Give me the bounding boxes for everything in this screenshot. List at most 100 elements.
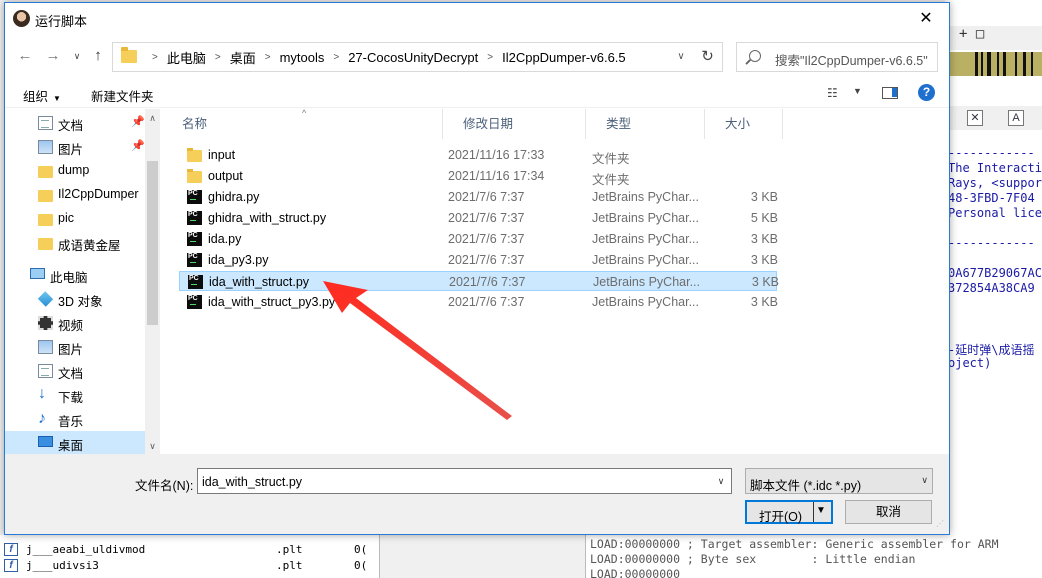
background-code-line: ------------	[948, 146, 1035, 160]
breadcrumb-desktop[interactable]: 桌面	[230, 48, 256, 67]
filetype-select[interactable]: 脚本文件 (*.idc *.py) ∨	[745, 468, 933, 494]
triangle-down-icon[interactable]: ▼	[853, 86, 862, 96]
up-arrow-icon[interactable]: ↑	[88, 46, 108, 66]
sidebar-item-desktop[interactable]: 桌面	[5, 431, 145, 454]
background-tools: ✕ A	[945, 106, 1042, 130]
file-size: 3 KB	[750, 232, 778, 246]
sidebar-item-downloads[interactable]: ↓ 下载	[5, 383, 145, 407]
background-functions-list: f j___aeabi_uldivmod .plt 0( f j___udivs…	[0, 535, 380, 578]
search-input[interactable]: 搜索"Il2CppDumper-v6.6.5"	[736, 42, 938, 72]
open-button[interactable]: 打开(O) ▼	[745, 500, 833, 524]
sidebar-item-label: 此电脑	[50, 271, 88, 285]
file-row-output[interactable]: output 2021/11/16 17:34 文件夹	[179, 166, 777, 187]
dialog-title: 运行脚本	[35, 14, 88, 29]
file-row-ida[interactable]: PC ida.py 2021/7/6 7:37 JetBrains PyChar…	[179, 229, 778, 249]
address-bar[interactable]: > 此电脑 > 桌面 > mytools > 27-CocosUnityDecr…	[112, 42, 699, 72]
sidebar-item-documents[interactable]: 文档 📌	[5, 111, 145, 135]
cancel-button[interactable]: 取消	[845, 500, 932, 524]
function-name[interactable]: j___aeabi_uldivmod	[26, 543, 145, 557]
function-icon: f	[4, 559, 18, 572]
chevron-down-icon[interactable]: ∨	[669, 43, 693, 71]
close-button[interactable]: ✕	[903, 3, 949, 34]
file-row-ghidra-with-struct[interactable]: PC ghidra_with_struct.py 2021/7/6 7:37 J…	[179, 208, 778, 228]
background-output-log: LOAD:00000000 ; Target assembler: Generi…	[585, 535, 1042, 578]
file-name: ida_with_struct.py	[209, 275, 310, 289]
chevron-right-icon[interactable]: >	[265, 52, 271, 63]
file-name: ghidra.py	[208, 190, 260, 204]
new-folder-button[interactable]: 新建文件夹	[91, 86, 154, 105]
sidebar-item-pictures[interactable]: 图片 📌	[5, 135, 145, 159]
folder-icon	[38, 190, 53, 202]
file-row-ida-with-struct[interactable]: PC ida_with_struct.py 2021/7/6 7:37 JetB…	[179, 271, 779, 291]
file-row-input[interactable]: input 2021/11/16 17:33 文件夹	[179, 145, 777, 166]
sidebar-item-pic[interactable]: pic	[5, 207, 145, 231]
background-navigation-band	[945, 52, 1042, 76]
back-arrow-icon[interactable]: ←	[15, 46, 35, 66]
log-line: LOAD:00000000	[590, 567, 681, 578]
function-col: 0(	[354, 559, 368, 572]
breadcrumb-cocos-unity-decrypt[interactable]: 27-CocosUnityDecrypt	[348, 50, 478, 65]
background-text-icon[interactable]: A	[1008, 110, 1024, 126]
file-date: 2021/7/6 7:37	[448, 190, 525, 204]
file-row-ida-with-struct-py3[interactable]: PC ida_with_struct_py3.py 2021/7/6 7:37 …	[179, 292, 778, 312]
pin-icon[interactable]: 📌	[131, 139, 145, 152]
chevron-right-icon[interactable]: >	[152, 52, 158, 63]
run-script-dialog: 运行脚本 ✕ ← → ∨ ↑ > 此电脑 > 桌面 > mytools > 27…	[4, 2, 950, 535]
scrollbar-thumb[interactable]	[147, 161, 158, 325]
scroll-down-icon[interactable]: ∨	[147, 441, 158, 452]
recent-locations-chevron-icon[interactable]: ∨	[67, 46, 87, 66]
sidebar-item-dump[interactable]: dump	[5, 159, 145, 183]
chevron-right-icon[interactable]: >	[487, 52, 493, 63]
sidebar-item-3d-objects[interactable]: 3D 对象	[5, 287, 145, 311]
column-header-label: 名称	[182, 117, 208, 131]
column-header-label: 类型	[606, 117, 632, 131]
forward-arrow-icon[interactable]: →	[43, 46, 63, 66]
navigation-row: ← → ∨ ↑ > 此电脑 > 桌面 > mytools > 27-CocosU…	[5, 34, 949, 78]
folder-icon	[38, 166, 53, 178]
app-avatar-icon	[13, 10, 30, 27]
sidebar-item-il2cppdumper[interactable]: Il2CppDumper	[5, 183, 145, 207]
sidebar-item-this-pc[interactable]: 此电脑	[5, 263, 145, 287]
chevron-right-icon[interactable]: >	[215, 52, 221, 63]
nav-scrollbar[interactable]: ∧ ∨	[145, 109, 160, 454]
chevron-right-icon[interactable]: >	[333, 52, 339, 63]
scroll-up-icon[interactable]: ∧	[147, 113, 158, 124]
resize-grip-icon[interactable]: ⋰	[936, 520, 946, 531]
sidebar-item-idiom-gold-house[interactable]: 成语黄金屋	[5, 231, 145, 255]
organize-button[interactable]: 组织 ▼	[23, 86, 61, 105]
file-size: 3 KB	[751, 275, 779, 289]
function-name[interactable]: j___udivsi3	[26, 559, 99, 573]
refresh-icon[interactable]: ↻	[693, 42, 723, 72]
triangle-down-icon[interactable]: ▼	[816, 505, 826, 516]
pycharm-file-icon: PC	[187, 295, 202, 309]
dialog-titlebar[interactable]: 运行脚本 ✕	[5, 3, 949, 34]
pycharm-file-icon: PC	[187, 253, 202, 267]
document-icon	[38, 364, 53, 378]
chevron-down-icon[interactable]: ∨	[711, 469, 731, 493]
sidebar-item-videos[interactable]: 视频	[5, 311, 145, 335]
file-row-ghidra[interactable]: PC ghidra.py 2021/7/6 7:37 JetBrains PyC…	[179, 187, 778, 207]
sidebar-item-documents-pc[interactable]: 文档	[5, 359, 145, 383]
sidebar-item-label: 文档	[58, 119, 84, 133]
filename-field[interactable]: ida_with_struct.py ∨	[197, 468, 732, 494]
column-header-date[interactable]: 修改日期	[443, 109, 586, 139]
breadcrumb-il2cppdumper[interactable]: Il2CppDumper-v6.6.5	[502, 50, 626, 65]
column-header-size[interactable]: 大小	[705, 109, 783, 139]
column-header-name[interactable]: ^ 名称	[162, 108, 443, 139]
column-header-type[interactable]: 类型	[586, 109, 705, 139]
file-size: 3 KB	[750, 295, 778, 309]
sidebar-item-pictures-pc[interactable]: 图片	[5, 335, 145, 359]
function-icon: f	[4, 543, 18, 556]
sidebar-item-music[interactable]: ♪ 音乐	[5, 407, 145, 431]
view-options-icon[interactable]: ☷	[827, 87, 843, 99]
preview-pane-icon[interactable]	[882, 87, 898, 99]
pin-icon[interactable]: 📌	[131, 115, 145, 128]
file-type: JetBrains PyChar...	[592, 190, 699, 204]
background-close-icon[interactable]: ✕	[967, 110, 983, 126]
pictures-icon	[38, 140, 53, 154]
file-row-ida-py3[interactable]: PC ida_py3.py 2021/7/6 7:37 JetBrains Py…	[179, 250, 778, 270]
search-placeholder: 搜索"Il2CppDumper-v6.6.5"	[775, 54, 928, 68]
help-icon[interactable]: ?	[918, 84, 935, 101]
breadcrumb-mytools[interactable]: mytools	[280, 50, 325, 65]
breadcrumb-this-pc[interactable]: 此电脑	[167, 48, 206, 67]
